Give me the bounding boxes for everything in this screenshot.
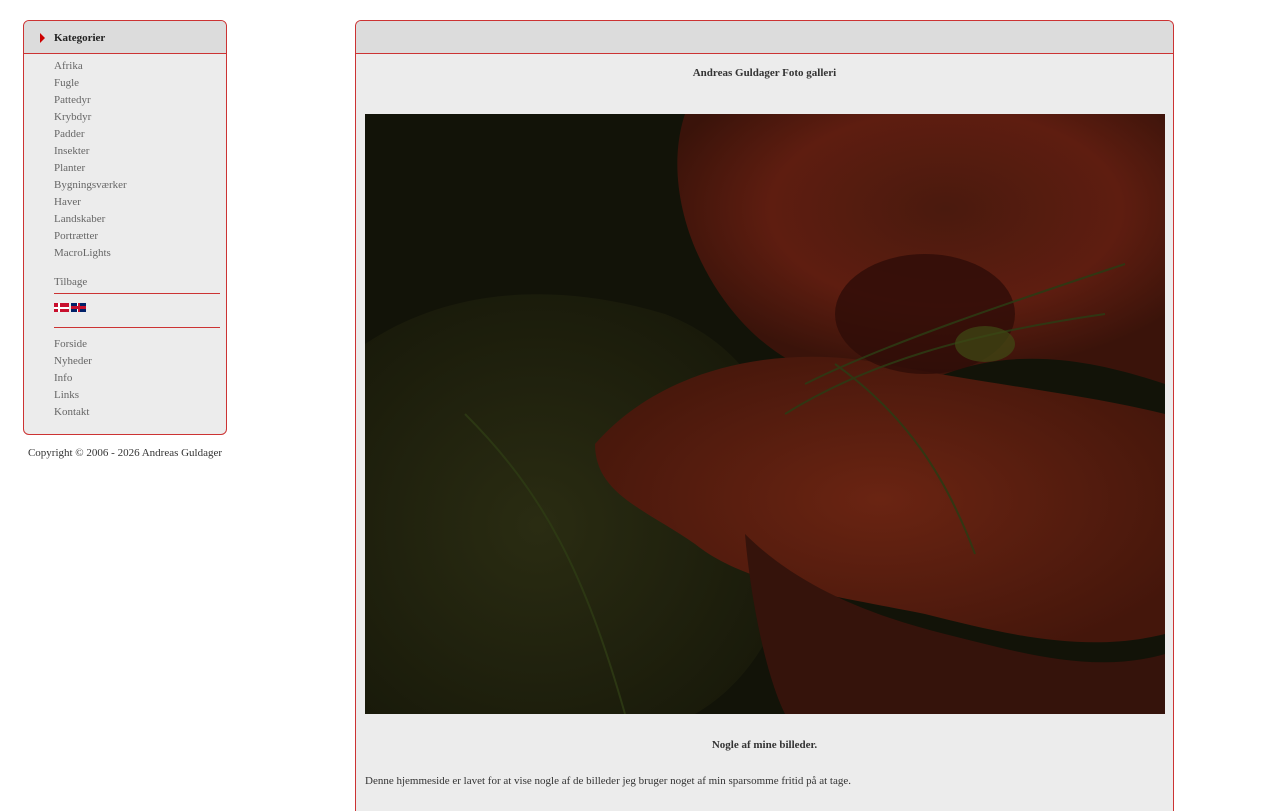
category-link-haver[interactable]: Haver xyxy=(54,196,220,213)
nav-link-forside[interactable]: Forside xyxy=(54,338,220,355)
page-title: Andreas Guldager Foto galleri xyxy=(692,67,837,79)
category-link-krybdyr[interactable]: Krybdyr xyxy=(54,111,220,128)
category-link-portraetter[interactable]: Portrætter xyxy=(54,230,220,247)
copyright-text: Copyright © 2006 - 2026 Andreas Guldager xyxy=(27,447,223,459)
category-link-landskaber[interactable]: Landskaber xyxy=(54,213,220,230)
nav-link-links[interactable]: Links xyxy=(54,389,220,406)
intro-paragraph: Denne hjemmeside er lavet for at vise no… xyxy=(365,775,851,787)
category-link-fugle[interactable]: Fugle xyxy=(54,77,220,94)
nav-list: Afrika Fugle Pattedyr Krybdyr Padder Ins… xyxy=(54,60,220,423)
danish-flag-icon[interactable] xyxy=(54,303,69,312)
main-panel: Andreas Guldager Foto galleri Nogle af m… xyxy=(355,20,1174,811)
category-link-macrolights[interactable]: MacroLights xyxy=(54,247,220,264)
flower-photo-image xyxy=(365,114,1165,714)
language-selector xyxy=(54,294,220,314)
nav-link-nyheder[interactable]: Nyheder xyxy=(54,355,220,372)
category-link-pattedyr[interactable]: Pattedyr xyxy=(54,94,220,111)
main-header xyxy=(356,21,1173,54)
featured-photo xyxy=(365,114,1165,714)
nav-link-kontakt[interactable]: Kontakt xyxy=(54,406,220,423)
photo-caption: Nogle af mine billeder. xyxy=(711,739,818,751)
category-link-insekter[interactable]: Insekter xyxy=(54,145,220,162)
nav-link-info[interactable]: Info xyxy=(54,372,220,389)
category-link-padder[interactable]: Padder xyxy=(54,128,220,145)
uk-flag-icon[interactable] xyxy=(71,303,86,312)
category-link-bygningsvaerker[interactable]: Bygningsværker xyxy=(54,179,220,196)
sidebar-title: Kategorier xyxy=(54,32,106,44)
category-link-afrika[interactable]: Afrika xyxy=(54,60,220,77)
sidebar-header: Kategorier xyxy=(24,21,226,54)
triangle-right-icon xyxy=(40,33,45,43)
back-link[interactable]: Tilbage xyxy=(54,276,220,293)
category-link-planter[interactable]: Planter xyxy=(54,162,220,179)
category-sidebar: Kategorier Afrika Fugle Pattedyr Krybdyr… xyxy=(23,20,227,435)
